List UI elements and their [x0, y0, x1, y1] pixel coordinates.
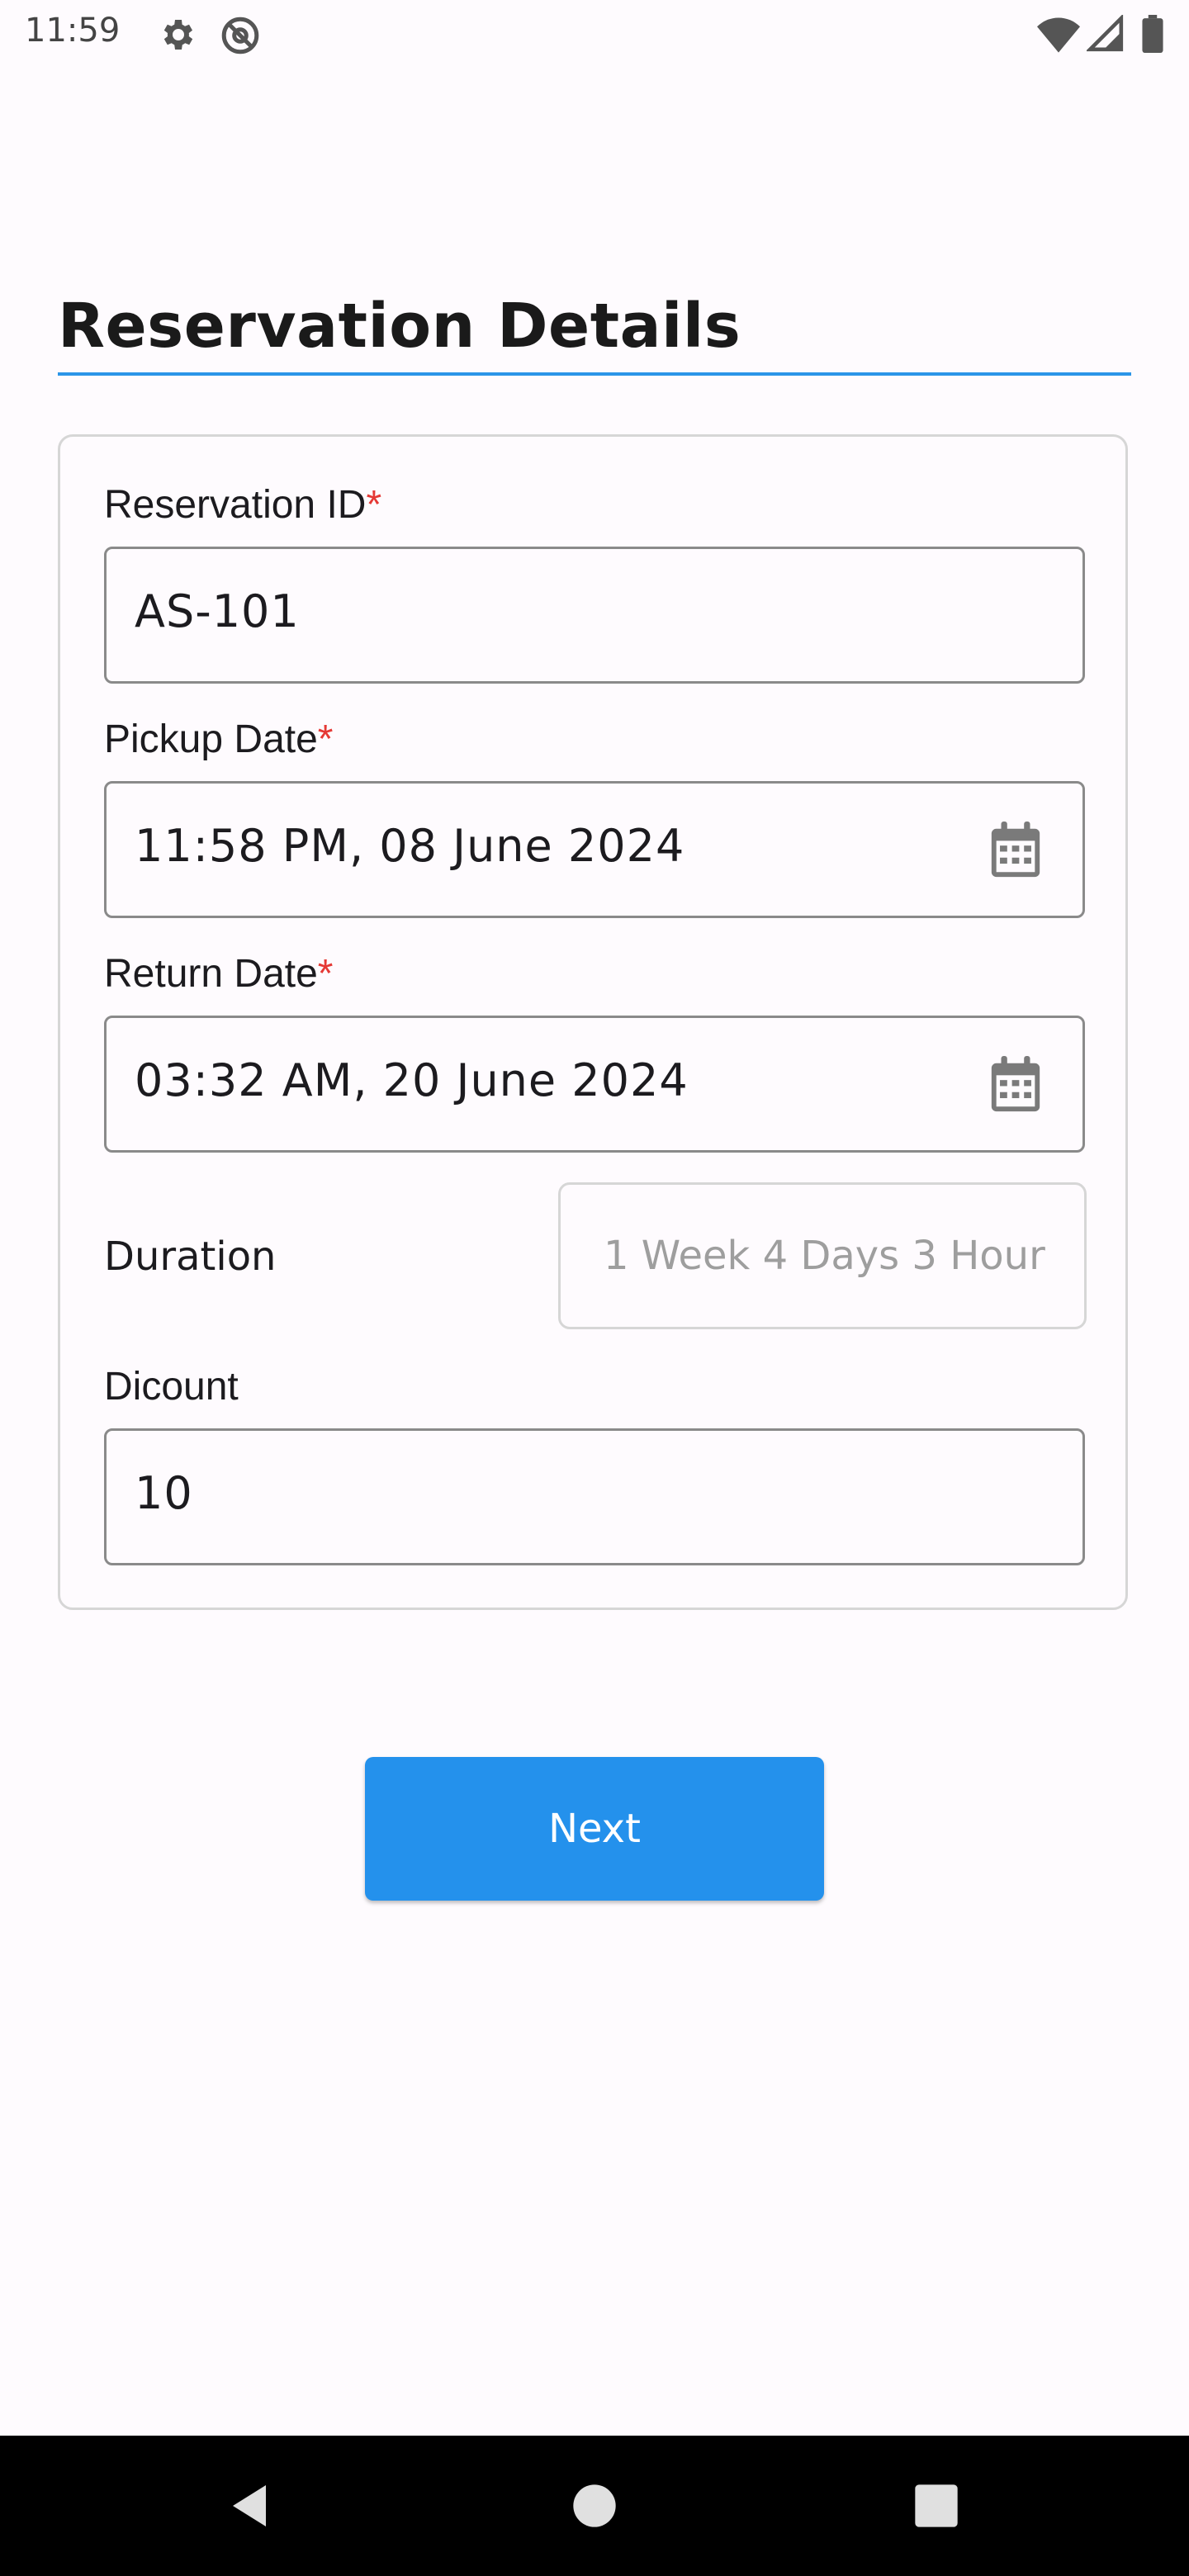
calendar-icon[interactable] [988, 1056, 1043, 1118]
discount-input[interactable]: 10 [104, 1428, 1085, 1565]
back-icon [233, 2485, 266, 2526]
gear-icon [157, 15, 197, 59]
home-icon [573, 2484, 616, 2527]
return-date-input[interactable]: 03:32 AM, 20 June 2024 [104, 1016, 1085, 1153]
pickup-date-input[interactable]: 11:58 PM, 08 June 2024 [104, 781, 1085, 918]
status-bar: 11:59 [0, 0, 1189, 69]
discount-value: 10 [135, 1467, 193, 1519]
pickup-date-value: 11:58 PM, 08 June 2024 [135, 820, 685, 872]
return-date-label: Return Date* [104, 951, 333, 997]
required-mark: * [317, 952, 334, 996]
required-mark: * [317, 717, 334, 761]
next-button[interactable]: Next [365, 1757, 824, 1901]
home-button[interactable] [537, 2436, 652, 2576]
system-nav-bar [0, 2436, 1189, 2576]
recents-icon [915, 2484, 958, 2527]
recents-button[interactable] [879, 2436, 994, 2576]
pickup-date-label: Pickup Date* [104, 717, 333, 762]
duration-value: 1 Week 4 Days 3 Hour [604, 1233, 1045, 1279]
wifi-icon [1037, 15, 1080, 59]
back-button[interactable] [192, 2436, 307, 2576]
title-divider [58, 372, 1131, 376]
required-mark: * [366, 483, 382, 527]
battery-icon [1141, 15, 1164, 57]
return-date-label-text: Return Date [104, 952, 318, 996]
status-time: 11:59 [25, 12, 121, 50]
at-sign-icon [220, 15, 261, 60]
duration-label: Duration [104, 1234, 277, 1280]
discount-label: Dicount [104, 1365, 239, 1409]
calendar-icon[interactable] [988, 822, 1043, 883]
signal-icon [1085, 13, 1125, 57]
reservation-id-value: AS-101 [135, 585, 300, 637]
reservation-id-label: Reservation ID* [104, 482, 381, 528]
pickup-date-label-text: Pickup Date [104, 717, 318, 761]
reservation-id-input[interactable]: AS-101 [104, 547, 1085, 684]
reservation-id-label-text: Reservation ID [104, 483, 367, 527]
duration-field: 1 Week 4 Days 3 Hour [558, 1182, 1087, 1329]
page-title: Reservation Details [58, 291, 741, 362]
return-date-value: 03:32 AM, 20 June 2024 [135, 1054, 689, 1106]
